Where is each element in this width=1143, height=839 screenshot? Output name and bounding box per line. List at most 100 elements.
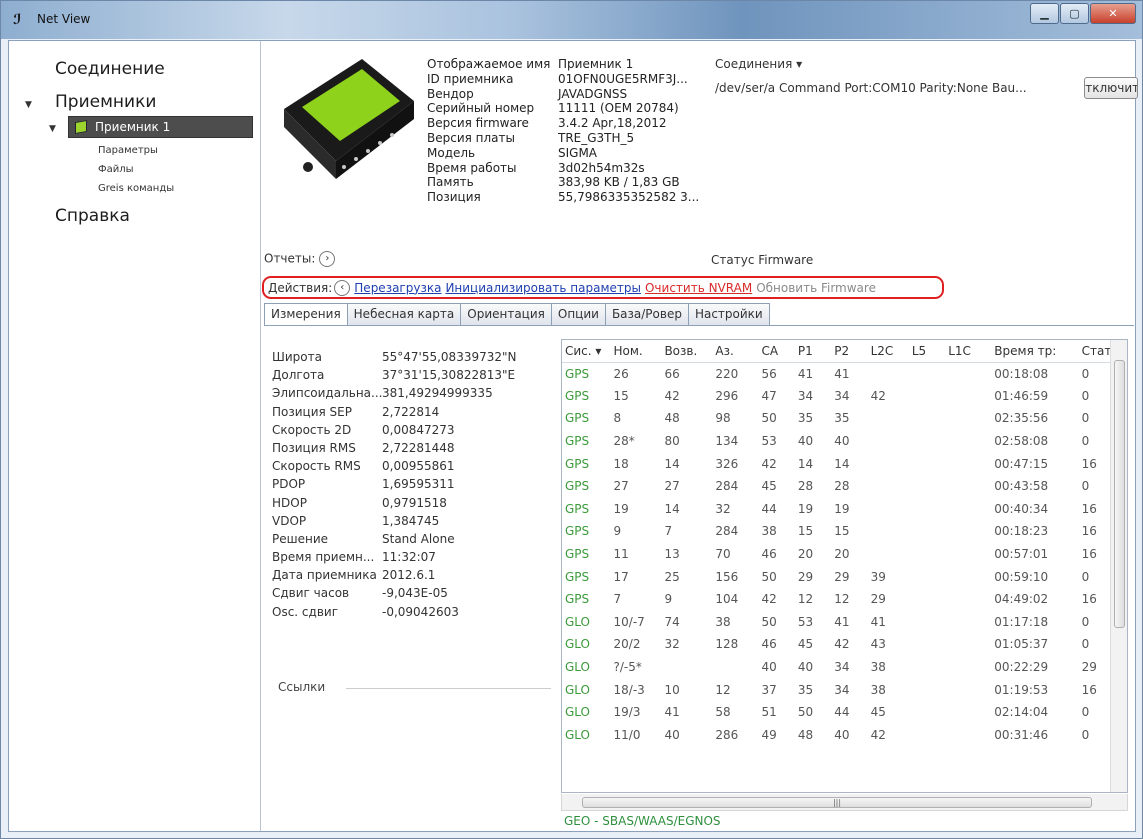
sidebar-item-receivers[interactable]: Приемники	[55, 92, 156, 112]
measurement-label: Позиция RMS	[272, 440, 356, 455]
tab-options[interactable]: Опции	[550, 303, 606, 325]
column-header[interactable]: P1	[794, 340, 832, 363]
info-label: Позиция	[427, 190, 481, 205]
table-cell: 11	[613, 547, 629, 562]
measurement-label: Долгота	[272, 368, 325, 383]
receiver-icon	[75, 119, 87, 135]
connections-dropdown[interactable]: Соединения ▾	[715, 57, 802, 71]
table-cell	[945, 520, 991, 543]
table-cell: 42	[761, 456, 777, 471]
receiver-label: Приемник 1	[95, 120, 171, 134]
reports-label: Отчеты:	[264, 251, 316, 266]
init-params-link[interactable]: Инициализировать параметры	[445, 281, 641, 295]
table-cell: 58	[715, 705, 731, 720]
table-cell: 40	[834, 727, 850, 742]
measurement-value: 2,72281448	[382, 440, 455, 455]
measurement-label: PDOP	[272, 477, 306, 492]
sidebar-item-help[interactable]: Справка	[55, 206, 130, 226]
measurement-value: 2012.6.1	[382, 568, 436, 583]
measurement-row: Дата приемника 2012.6.1	[272, 568, 552, 586]
collapse-left-icon[interactable]: ‹	[334, 279, 351, 296]
info-label: Версия firmware	[427, 116, 529, 131]
column-header[interactable]: L2C	[867, 340, 909, 363]
table-cell	[909, 520, 945, 543]
table-row[interactable]: GPS 8 48 98 50 35 35 02:35:56 0	[562, 407, 1127, 430]
table-cell: GPS	[565, 434, 590, 449]
table-cell: GPS	[565, 547, 590, 562]
sidebar-item-files[interactable]: Файлы	[98, 164, 134, 175]
column-header[interactable]: P2	[831, 340, 868, 363]
table-cell: 38	[870, 682, 886, 697]
table-row[interactable]: GPS 19 14 32 44 19 19 00:40:34 16	[562, 498, 1127, 521]
tab-settings[interactable]: Настройки	[687, 303, 770, 325]
table-cell: 01:05:37	[994, 637, 1049, 652]
table-row[interactable]: GLO 19/3 41 58 51 50 44 45 02:14:04 0	[562, 701, 1127, 724]
column-header[interactable]: Аз.	[712, 340, 759, 363]
expand-right-icon[interactable]: ›	[319, 251, 336, 267]
table-cell: 37	[761, 682, 777, 697]
sidebar-item-connection[interactable]: Соединение	[55, 59, 165, 79]
minimize-button[interactable]: ▁	[1030, 3, 1059, 24]
table-row[interactable]: GPS 11 13 70 46 20 20 00:57:01 16	[562, 543, 1127, 566]
table-cell: 104	[715, 592, 739, 607]
table-row[interactable]: GLO 11/0 40 286 49 48 40 42 00:31:46 0	[562, 724, 1127, 747]
column-header[interactable]: L5	[908, 340, 946, 363]
table-cell: 47	[761, 388, 777, 403]
collapse-arrow-icon[interactable]: ▼	[49, 124, 56, 134]
column-header[interactable]: Время тр:	[991, 340, 1079, 363]
column-header[interactable]: CA	[758, 340, 795, 363]
column-header[interactable]: Ном.	[610, 340, 662, 363]
table-cell: 28	[797, 479, 814, 494]
table-row[interactable]: GPS 18 14 326 42 14 14 00:47:15 16	[562, 452, 1127, 475]
table-cell: GPS	[565, 524, 590, 539]
column-header[interactable]: Сис. ▾	[562, 340, 611, 363]
table-cell: 18	[613, 456, 629, 471]
table-row[interactable]: GLO ?/-5* 40 40 34 38 00:22:29 29	[562, 656, 1127, 679]
table-row[interactable]: GLO 10/-7 74 38 50 53 41 41 01:17:18 0	[562, 611, 1127, 634]
collapse-arrow-icon[interactable]: ▼	[25, 100, 32, 110]
sidebar-item-greis[interactable]: Greis команды	[98, 183, 174, 194]
measurement-label: Сдвиг часов	[272, 586, 350, 601]
table-cell: 220	[715, 366, 739, 381]
update-firmware-link[interactable]: Обновить Firmware	[756, 281, 876, 295]
tab-sky-map[interactable]: Небесная карта	[346, 303, 462, 325]
horizontal-scrollbar[interactable]: |||	[561, 794, 1128, 811]
table-cell: 14	[664, 501, 680, 516]
table-row[interactable]: GPS 27 27 284 45 28 28 00:43:58 0	[562, 475, 1127, 498]
table-row[interactable]: GPS 26 66 220 56 41 41 00:18:08 0	[562, 362, 1127, 385]
table-row[interactable]: GLO 18/-3 10 12 37 35 34 38 01:19:53 16	[562, 678, 1127, 701]
column-header[interactable]: L1C	[945, 340, 992, 363]
column-header[interactable]: Возв.	[661, 340, 713, 363]
sidebar-item-parameters[interactable]: Параметры	[98, 145, 158, 156]
table-cell: 12	[715, 682, 731, 697]
tab-bar: Измерения Небесная карта Ориентация Опци…	[264, 303, 770, 326]
measurement-row: Время приемн... 11:32:07	[272, 550, 552, 568]
table-row[interactable]: GPS 7 9 104 42 12 12 29 04:49:02 16	[562, 588, 1127, 611]
disconnect-button[interactable]: Отключить	[1084, 77, 1138, 99]
maximize-button[interactable]: ▢	[1060, 3, 1089, 24]
table-row[interactable]: GPS 9 7 284 38 15 15 00:18:23 16	[562, 520, 1127, 543]
table-cell	[909, 611, 945, 634]
table-cell: 40	[761, 660, 777, 675]
sidebar-item-receiver-1[interactable]: Приемник 1	[68, 116, 253, 138]
measurement-value: 381,49294999335	[382, 386, 493, 401]
table-cell: ?/-5*	[613, 660, 642, 675]
connection-string: /dev/ser/a Command Port:COM10 Parity:Non…	[715, 81, 1027, 95]
table-cell	[909, 588, 945, 611]
tab-orientation[interactable]: Ориентация	[460, 303, 552, 325]
table-row[interactable]: GPS 17 25 156 50 29 29 39 00:59:10 0	[562, 565, 1127, 588]
close-button[interactable]: ✕	[1090, 3, 1136, 24]
table-row[interactable]: GLO 20/2 32 128 46 45 42 43 01:05:37 0	[562, 633, 1127, 656]
table-row[interactable]: GPS 15 42 296 47 34 34 42 01:46:59 0	[562, 385, 1127, 408]
reboot-link[interactable]: Перезагрузка	[354, 281, 441, 295]
scroll-thumb[interactable]	[1114, 360, 1125, 628]
scroll-thumb[interactable]: |||	[582, 797, 1092, 808]
clear-nvram-link[interactable]: Очистить NVRAM	[645, 281, 752, 295]
measurement-row: Широта 55°47'55,08339732"N	[272, 350, 552, 368]
table-row[interactable]: GPS 28* 80 134 53 40 40 02:58:08 0	[562, 430, 1127, 453]
tab-measurements[interactable]: Измерения	[264, 303, 348, 326]
measurement-value: -9,043E-05	[382, 586, 448, 601]
vertical-scrollbar[interactable]	[1110, 340, 1127, 792]
table-cell: 15	[834, 524, 850, 539]
tab-base-rover[interactable]: База/Ровер	[604, 303, 689, 325]
